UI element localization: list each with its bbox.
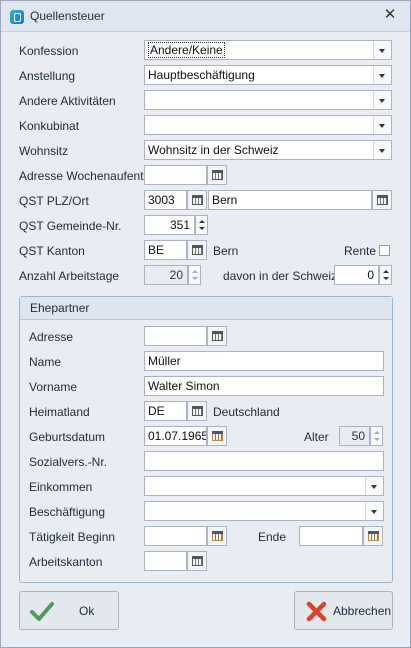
ehepartner-header: Ehepartner: [20, 297, 392, 320]
checkmark-icon: [30, 602, 54, 621]
cancel-x-icon: [306, 601, 327, 622]
dialog-window: Quellensteuer ✕ Konfession Andere/Keine …: [0, 0, 411, 648]
ok-button[interactable]: Ok: [19, 591, 119, 630]
calendar-icon[interactable]: [207, 165, 227, 185]
ep-name-input[interactable]: Müller: [144, 351, 384, 371]
anstellung-label: Anstellung: [19, 69, 76, 83]
close-icon[interactable]: ✕: [382, 7, 398, 23]
wohnsitz-label: Wohnsitz: [19, 144, 69, 158]
ep-beschaeftigung-combo[interactable]: [144, 501, 384, 521]
spinner-icon: [188, 265, 201, 285]
ep-vorname-label: Vorname: [29, 380, 78, 394]
ep-vorname-input[interactable]: Walter Simon: [144, 376, 384, 396]
lookup-icon[interactable]: [187, 401, 207, 421]
ep-adresse-input[interactable]: [144, 326, 207, 346]
konfession-combo[interactable]: Andere/Keine: [144, 40, 392, 60]
window-title: Quellensteuer: [30, 9, 105, 23]
abbrechen-label: Abbrechen: [333, 604, 392, 618]
anzahl-arbeitstage-input: 20: [144, 265, 188, 285]
cancel-button[interactable]: Abbrechen: [294, 591, 393, 630]
ep-sozialvers-input[interactable]: [144, 451, 384, 471]
ep-geburtsdatum-input[interactable]: 01.07.1965: [144, 426, 207, 446]
adresse-wochenaufenthalt-label: Adresse Wochenaufenth.: [19, 169, 154, 183]
qst-plz-ort-label: QST PLZ/Ort: [19, 194, 89, 208]
rente-checkbox[interactable]: [379, 245, 390, 256]
konfession-value: Andere/Keine: [148, 42, 225, 58]
calendar-icon[interactable]: [207, 526, 227, 546]
ep-sozialvers-label: Sozialvers.-Nr.: [29, 455, 108, 469]
adresse-wochenaufenthalt-input[interactable]: [144, 165, 207, 185]
qst-gemeinde-nr-label: QST Gemeinde-Nr.: [19, 219, 122, 233]
ep-heimatland-label: Heimatland: [29, 405, 90, 419]
ep-arbeitskanton-label: Arbeitskanton: [29, 555, 103, 569]
anstellung-combo[interactable]: Hauptbeschäftigung: [144, 65, 392, 85]
konkubinat-combo[interactable]: [144, 115, 392, 135]
andere-aktivitaeten-label: Andere Aktivitäten: [19, 94, 116, 108]
calendar-icon[interactable]: [207, 326, 227, 346]
qst-ort-input[interactable]: Bern: [208, 190, 372, 210]
chevron-down-icon[interactable]: [373, 116, 391, 134]
anzahl-arbeitstage-label: Anzahl Arbeitstage: [19, 269, 120, 283]
app-icon: [10, 10, 24, 24]
chevron-down-icon[interactable]: [365, 477, 383, 495]
qst-plz-input[interactable]: 3003: [144, 190, 187, 210]
title-bar: Quellensteuer ✕: [1, 1, 410, 32]
spinner-icon: [370, 426, 383, 446]
wohnsitz-combo[interactable]: Wohnsitz in der Schweiz: [144, 140, 392, 160]
andere-aktivitaeten-combo[interactable]: [144, 90, 392, 110]
konkubinat-label: Konkubinat: [19, 119, 80, 133]
lookup-icon[interactable]: [372, 190, 392, 210]
ep-alter-input: 50: [339, 426, 370, 446]
rente-label: Rente: [344, 244, 377, 258]
ep-ende-input[interactable]: [299, 526, 363, 546]
qst-kanton-name: Bern: [213, 244, 239, 258]
ep-name-label: Name: [29, 355, 62, 369]
ok-label: Ok: [79, 604, 95, 618]
ep-taetigkeit-beginn-input[interactable]: [144, 526, 207, 546]
davon-schweiz-label: davon in der Schweiz: [223, 269, 338, 283]
lookup-icon[interactable]: [187, 240, 207, 260]
chevron-down-icon[interactable]: [373, 91, 391, 109]
ep-geburtsdatum-label: Geburtsdatum: [29, 430, 106, 444]
wohnsitz-value: Wohnsitz in der Schweiz: [148, 143, 279, 157]
spinner-icon[interactable]: [195, 215, 208, 235]
ep-adresse-label: Adresse: [29, 330, 74, 344]
spinner-icon[interactable]: [379, 265, 392, 285]
chevron-down-icon[interactable]: [373, 141, 391, 159]
ep-heimatland-input[interactable]: DE: [144, 401, 187, 421]
ep-beschaeftigung-label: Beschäftigung: [29, 505, 106, 519]
lookup-icon[interactable]: [187, 190, 207, 210]
qst-kanton-input[interactable]: BE: [144, 240, 187, 260]
davon-schweiz-input[interactable]: 0: [334, 265, 379, 285]
konfession-label: Konfession: [19, 44, 79, 58]
qst-kanton-label: QST Kanton: [19, 244, 85, 258]
ep-einkommen-label: Einkommen: [29, 480, 93, 494]
ep-einkommen-combo[interactable]: [144, 476, 384, 496]
qst-gemeinde-nr-input[interactable]: 351: [144, 215, 195, 235]
lookup-icon[interactable]: [187, 551, 207, 571]
ep-taetigkeit-beginn-label: Tätigkeit Beginn: [29, 530, 116, 544]
ep-ende-label: Ende: [258, 530, 287, 544]
ep-alter-label: Alter: [304, 430, 329, 444]
calendar-icon[interactable]: [363, 526, 383, 546]
chevron-down-icon[interactable]: [373, 66, 391, 84]
ehepartner-title: Ehepartner: [30, 301, 90, 315]
chevron-down-icon[interactable]: [365, 502, 383, 520]
ep-heimatland-name: Deutschland: [213, 405, 280, 419]
anstellung-value: Hauptbeschäftigung: [148, 68, 255, 82]
chevron-down-icon[interactable]: [373, 41, 391, 59]
calendar-icon[interactable]: [207, 426, 227, 446]
ep-arbeitskanton-input[interactable]: [144, 551, 187, 571]
